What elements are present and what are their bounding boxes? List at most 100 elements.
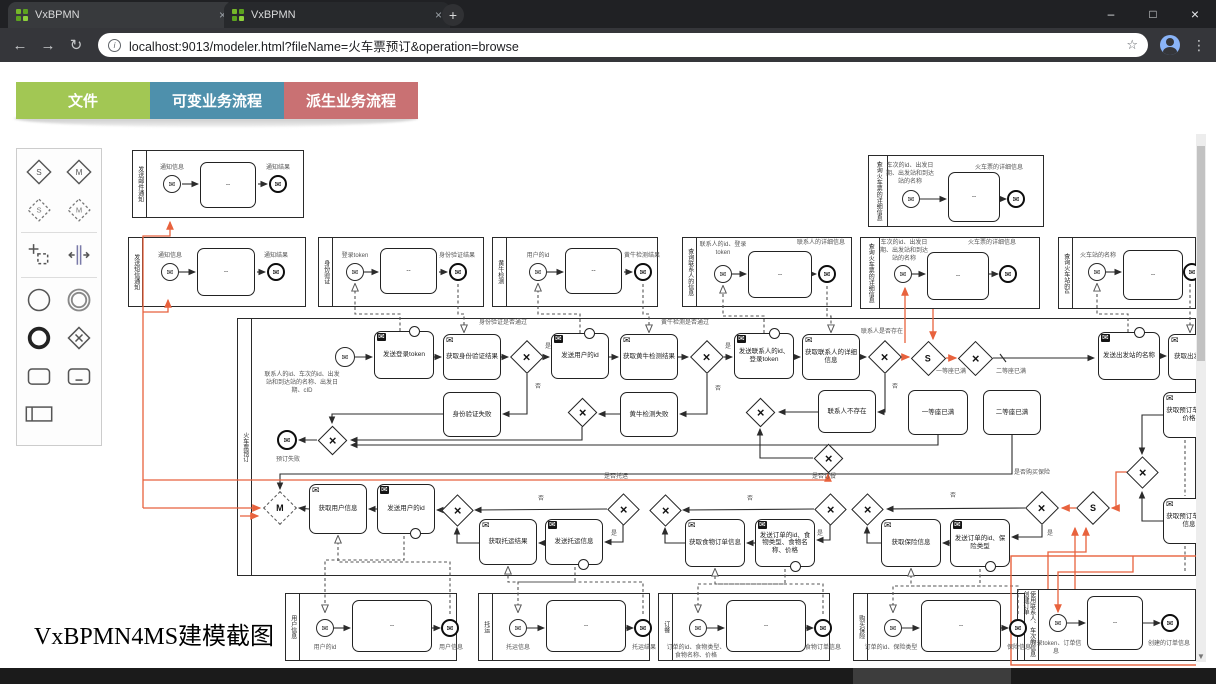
menu-kebab-icon[interactable]: ⋮	[1192, 37, 1206, 54]
bpmn-task[interactable]: ✉发送订单的id、保险类型	[950, 519, 1010, 567]
bpmn-task[interactable]: --	[921, 600, 1001, 652]
bpmn-task[interactable]: ✉获取食物订单信息	[685, 519, 745, 567]
scrollbar-down-arrow[interactable]: ▼	[1196, 652, 1206, 661]
boundary-event[interactable]	[790, 561, 801, 572]
ribbon-tab-file[interactable]: 文件	[16, 82, 150, 119]
bpmn-end-event[interactable]: ✉	[449, 263, 467, 281]
palette-gateway-m-dashed[interactable]: M	[59, 191, 99, 229]
bpmn-end-event[interactable]: ✉	[269, 175, 287, 193]
palette-start-event[interactable]	[19, 281, 59, 319]
palette-task[interactable]	[19, 357, 59, 395]
ribbon-tab-variable-process[interactable]: 可变业务流程	[150, 82, 284, 119]
browser-tab-active[interactable]: VxBPMN ×	[8, 2, 234, 28]
palette-pool[interactable]	[19, 395, 59, 433]
bpmn-task[interactable]: ✉获取保险信息	[881, 519, 941, 567]
boundary-event[interactable]	[769, 328, 780, 339]
new-tab-button[interactable]: +	[442, 4, 464, 26]
palette-end-event[interactable]	[19, 319, 59, 357]
bpmn-end-event[interactable]: ✉	[441, 619, 459, 637]
bpmn-task[interactable]: ✉获取用户信息	[309, 484, 367, 534]
bpmn-task[interactable]: ✉发送出发站的名称	[1098, 332, 1160, 380]
bpmn-start-event[interactable]: ✉	[1088, 263, 1106, 281]
window-minimize-button[interactable]: –	[1090, 0, 1132, 28]
bpmn-start-event[interactable]: ✉	[689, 619, 707, 637]
bpmn-end-event[interactable]: ✉	[818, 265, 836, 283]
bpmn-start-event[interactable]: ✉	[529, 263, 547, 281]
bookmark-star-icon[interactable]: ☆	[1126, 37, 1138, 53]
bpmn-task[interactable]: ✉发送登录token	[374, 331, 434, 379]
reload-icon[interactable]: ↻	[62, 36, 90, 54]
bpmn-task[interactable]: ✉获取黄牛检测结果	[620, 334, 678, 380]
bpmn-task[interactable]: ✉发送用户的id	[377, 484, 435, 534]
bpmn-task[interactable]: ✉发送订单的id、食物类型、食物名称、价格	[755, 519, 815, 567]
bpmn-end-event[interactable]: ✉	[1009, 619, 1027, 637]
window-close-button[interactable]: ×	[1174, 0, 1216, 28]
palette-lasso-tool[interactable]	[19, 236, 59, 274]
bpmn-start-event[interactable]: ✉	[902, 190, 920, 208]
bpmn-task[interactable]: ✉发送托运信息	[545, 519, 603, 565]
scrollbar-thumb[interactable]	[1197, 146, 1205, 361]
bpmn-start-event[interactable]: ✉	[316, 619, 334, 637]
address-bar[interactable]: i localhost:9013/modeler.html?fileName=火…	[98, 33, 1148, 57]
bpmn-end-event[interactable]: ✉	[1183, 263, 1196, 281]
bpmn-start-event[interactable]: ✉	[714, 265, 732, 283]
bpmn-task[interactable]: ✉获取预订车票的信息	[1163, 498, 1196, 544]
bpmn-task[interactable]: 身份验证失败	[443, 392, 501, 437]
bpmn-end-event[interactable]: ✉	[634, 619, 652, 637]
bpmn-task[interactable]: 黄牛检测失败	[620, 392, 678, 437]
ribbon-tab-derived-process[interactable]: 派生业务流程	[284, 82, 418, 119]
bpmn-task[interactable]: ✉发送联系人的id、登录token	[734, 333, 794, 379]
palette-gateway-s[interactable]: S	[19, 153, 59, 191]
palette-gateway-m[interactable]: M	[59, 153, 99, 191]
back-icon[interactable]: ←	[6, 37, 34, 54]
bpmn-task[interactable]: 二等座已满	[983, 390, 1041, 435]
bpmn-end-event[interactable]: ✉	[1161, 614, 1179, 632]
vertical-scrollbar[interactable]: ▼	[1196, 134, 1206, 662]
forward-icon[interactable]: →	[34, 37, 62, 54]
bpmn-task[interactable]: 一等座已满	[908, 390, 968, 435]
boundary-event[interactable]	[985, 561, 996, 572]
bpmn-task[interactable]: ✉获取预订车票的价格	[1163, 392, 1196, 438]
bpmn-end-event[interactable]: ✉	[277, 430, 297, 450]
palette-intermediate-event[interactable]	[59, 281, 99, 319]
palette-space-tool[interactable]	[59, 236, 99, 274]
bpmn-start-event[interactable]: ✉	[335, 347, 355, 367]
bpmn-task[interactable]: 联系人不存在	[818, 390, 876, 433]
bpmn-task[interactable]: ✉获取出发站的id	[1168, 334, 1196, 380]
browser-tab-inactive[interactable]: VxBPMN ×	[224, 2, 450, 28]
tab-close-icon[interactable]: ×	[435, 8, 442, 22]
bpmn-task[interactable]: ✉获取身份验证结果	[443, 334, 501, 380]
bpmn-start-event[interactable]: ✉	[509, 619, 527, 637]
bpmn-task[interactable]: --	[1123, 250, 1183, 300]
boundary-event[interactable]	[584, 328, 595, 339]
bpmn-end-event[interactable]: ✉	[634, 263, 652, 281]
bpmn-task[interactable]: --	[546, 600, 626, 652]
palette-subprocess[interactable]	[59, 357, 99, 395]
bpmn-end-event[interactable]: ✉	[1007, 190, 1025, 208]
bpmn-start-event[interactable]: ✉	[163, 175, 181, 193]
bpmn-task[interactable]: ✉获取托运结果	[479, 519, 537, 565]
profile-avatar[interactable]	[1160, 35, 1180, 55]
bpmn-start-event[interactable]: ✉	[884, 619, 902, 637]
bpmn-end-event[interactable]: ✉	[814, 619, 832, 637]
bpmn-task[interactable]: --	[927, 252, 989, 300]
url-text[interactable]: localhost:9013/modeler.html?fileName=火车票…	[129, 36, 1118, 55]
diagram-canvas[interactable]: 发送邮件通知查询火车票的详细信息发送短信通知身份验证黄牛检测查询联系人的信息查询…	[106, 132, 1196, 666]
bpmn-task[interactable]: ✉获取联系人的详细信息	[802, 334, 860, 380]
bpmn-task[interactable]: --	[1087, 596, 1143, 650]
bpmn-task[interactable]: ✉发送用户的id	[551, 333, 609, 379]
bpmn-task[interactable]: --	[948, 172, 1000, 222]
bpmn-task[interactable]: --	[200, 162, 256, 208]
site-info-icon[interactable]: i	[108, 39, 121, 52]
bpmn-start-event[interactable]: ✉	[161, 263, 179, 281]
bpmn-task[interactable]: --	[352, 600, 432, 652]
palette-gateway-s-dashed[interactable]: S	[19, 191, 59, 229]
boundary-event[interactable]	[409, 326, 420, 337]
bpmn-end-event[interactable]: ✉	[999, 265, 1017, 283]
window-maximize-button[interactable]: □	[1132, 0, 1174, 28]
bpmn-start-event[interactable]: ✉	[1049, 614, 1067, 632]
bpmn-task[interactable]: --	[197, 248, 255, 296]
bpmn-task[interactable]: --	[748, 251, 812, 298]
bpmn-start-event[interactable]: ✉	[346, 263, 364, 281]
bpmn-start-event[interactable]: ✉	[894, 265, 912, 283]
